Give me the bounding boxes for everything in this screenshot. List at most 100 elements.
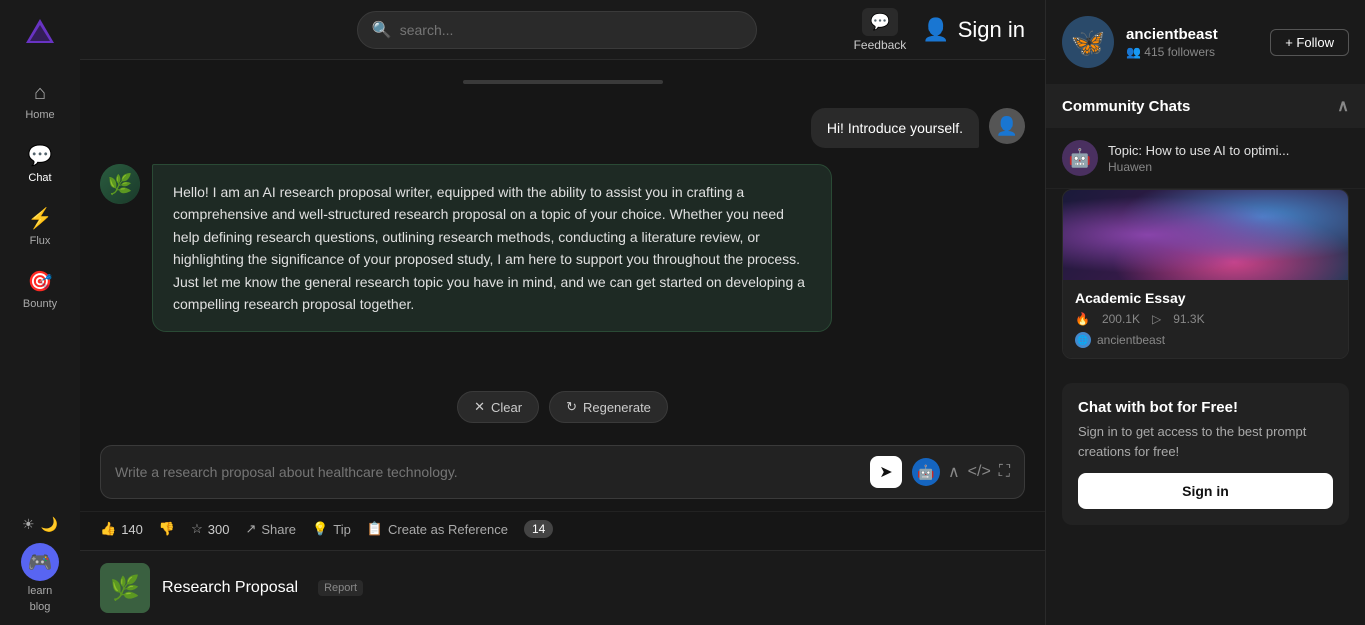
user-avatar: 👤	[989, 108, 1025, 144]
tip-action[interactable]: 💡 Tip	[312, 521, 351, 537]
clear-button[interactable]: ✕ Clear	[457, 391, 539, 423]
ai-logo-button[interactable]: 🤖	[912, 458, 940, 486]
share-icon: ↗	[245, 521, 256, 537]
sidebar: ⌂ Home 💬 Chat ⚡ Flux 🎯 Bounty ☀ 🌙 🎮 lear…	[0, 0, 80, 625]
discord-button[interactable]: 🎮	[21, 543, 59, 581]
signin-button[interactable]: 👤 Sign in	[922, 17, 1025, 43]
like-count: 140	[121, 522, 143, 537]
chat-area: Hi! Introduce yourself. 👤 🌿 Hello! I am …	[80, 60, 1045, 391]
research-row: 🌿 Research Proposal Report	[80, 550, 1045, 625]
sidebar-item-flux[interactable]: ⚡ Flux	[5, 198, 75, 255]
chat-free-desc: Sign in to get access to the best prompt…	[1078, 422, 1333, 461]
feedback-button[interactable]: 💬 Feedback	[854, 8, 907, 52]
chat-free-signin-button[interactable]: Sign in	[1078, 473, 1333, 509]
code-icon[interactable]: </>	[968, 463, 991, 481]
community-chats-header: Community Chats ∧	[1046, 84, 1365, 128]
like-icon: 👍	[100, 521, 116, 537]
input-area: ➤ 🤖 ∧ </> ⛶	[80, 433, 1045, 511]
ai-avatar: 🌿	[100, 164, 140, 204]
clear-label: Clear	[491, 400, 522, 415]
sidebar-item-label: Chat	[28, 172, 51, 184]
badge-count: 14	[524, 520, 553, 538]
chat-icon: 💬	[28, 143, 53, 168]
send-button[interactable]: ➤	[870, 456, 902, 488]
flux-icon: ⚡	[28, 206, 53, 231]
channel-followers: 👥 415 followers	[1126, 45, 1258, 59]
learn-link[interactable]: learn	[28, 585, 52, 597]
chat-item[interactable]: 🤖 Topic: How to use AI to optimi... Huaw…	[1046, 128, 1365, 189]
fullscreen-icon[interactable]: ⛶	[999, 463, 1010, 481]
sidebar-item-label: Flux	[30, 235, 51, 247]
home-icon: ⌂	[34, 82, 46, 105]
like-action[interactable]: 👍 140	[100, 521, 143, 537]
create-reference-action[interactable]: 📋 Create as Reference	[367, 521, 508, 537]
essay-card-stats: 🔥 200.1K ▷ 91.3K	[1075, 312, 1336, 326]
sidebar-item-bounty[interactable]: 🎯 Bounty	[5, 261, 75, 318]
reference-icon: 📋	[367, 521, 383, 537]
scroll-indicator	[100, 80, 1025, 84]
clear-icon: ✕	[474, 399, 485, 415]
action-buttons: ✕ Clear ↻ Regenerate	[80, 391, 1045, 423]
regenerate-icon: ↻	[566, 399, 577, 415]
followers-count: 415 followers	[1144, 45, 1215, 59]
search-bar[interactable]: 🔍	[357, 11, 757, 49]
app-logo[interactable]	[19, 12, 61, 54]
followers-icon: 👥	[1126, 45, 1141, 59]
sidebar-item-home[interactable]: ⌂ Home	[5, 74, 75, 129]
channel-avatar: 🦋	[1062, 16, 1114, 68]
sidebar-item-chat[interactable]: 💬 Chat	[5, 135, 75, 192]
essay-card[interactable]: Academic Essay 🔥 200.1K ▷ 91.3K 🌐 ancien…	[1062, 189, 1349, 359]
feedback-label: Feedback	[854, 38, 907, 52]
user-message: Hi! Introduce yourself. 👤	[100, 108, 1025, 148]
research-thumbnail: 🌿	[100, 563, 150, 613]
tip-label: Tip	[333, 522, 351, 537]
chat-input[interactable]	[115, 464, 860, 480]
chat-item-avatar: 🤖	[1062, 140, 1098, 176]
sidebar-item-label: Home	[25, 109, 54, 121]
channel-name: ancientbeast	[1126, 26, 1258, 43]
share-label: Share	[261, 522, 296, 537]
follow-button[interactable]: + Follow	[1270, 29, 1349, 56]
essay-card-body: Academic Essay 🔥 200.1K ▷ 91.3K 🌐 ancien…	[1063, 280, 1348, 358]
dislike-icon: 👎	[159, 521, 175, 537]
user-icon: 👤	[922, 17, 949, 43]
star-action[interactable]: ☆ 300	[191, 521, 229, 537]
regenerate-button[interactable]: ↻ Regenerate	[549, 391, 668, 423]
star-count: 300	[208, 522, 230, 537]
ai-message: 🌿 Hello! I am an AI research proposal wr…	[100, 164, 1025, 332]
star-icon: ☆	[191, 521, 203, 537]
author-name: ancientbeast	[1097, 333, 1165, 347]
bottom-bar: 👍 140 👎 ☆ 300 ↗ Share 💡 Tip 📋 Create as …	[80, 511, 1045, 550]
theme-toggle[interactable]: ☀ 🌙	[16, 510, 64, 539]
sidebar-item-label: Bounty	[23, 298, 57, 310]
blog-link[interactable]: blog	[30, 601, 51, 613]
plays-icon: ▷	[1152, 312, 1161, 326]
tip-icon: 💡	[312, 521, 328, 537]
ai-bubble: Hello! I am an AI research proposal writ…	[152, 164, 832, 332]
user-message-text: Hi! Introduce yourself.	[827, 120, 963, 136]
plays-count: 91.3K	[1173, 312, 1204, 326]
search-icon: 🔍	[372, 20, 392, 40]
community-chats-label: Community Chats	[1062, 98, 1190, 115]
likes-icon: 🔥	[1075, 312, 1090, 326]
dislike-action[interactable]: 👎	[159, 521, 175, 537]
top-header: 🔍 💬 Feedback 👤 Sign in	[80, 0, 1045, 60]
feedback-icon: 💬	[862, 8, 898, 36]
collapse-icon[interactable]: ∧	[1337, 96, 1349, 116]
signin-label: Sign in	[958, 17, 1025, 43]
moon-icon: 🌙	[41, 516, 58, 533]
channel-header: 🦋 ancientbeast 👥 415 followers + Follow	[1046, 0, 1365, 84]
chat-free-title: Chat with bot for Free!	[1078, 399, 1333, 416]
author-avatar: 🌐	[1075, 332, 1091, 348]
share-action[interactable]: ↗ Share	[245, 521, 296, 537]
bounty-icon: 🎯	[28, 269, 53, 294]
ai-response-text: Hello! I am an AI research proposal writ…	[173, 184, 805, 312]
create-reference-label: Create as Reference	[388, 522, 508, 537]
chat-item-info: Topic: How to use AI to optimi... Huawen	[1108, 143, 1289, 174]
expand-icon[interactable]: ∧	[948, 462, 960, 482]
search-input[interactable]	[400, 22, 742, 38]
sun-icon: ☀	[22, 516, 35, 533]
regenerate-label: Regenerate	[583, 400, 651, 415]
main-content: 🔍 💬 Feedback 👤 Sign in Hi! Introduce you…	[80, 0, 1045, 625]
input-controls: 🤖 ∧ </> ⛶	[912, 458, 1010, 486]
